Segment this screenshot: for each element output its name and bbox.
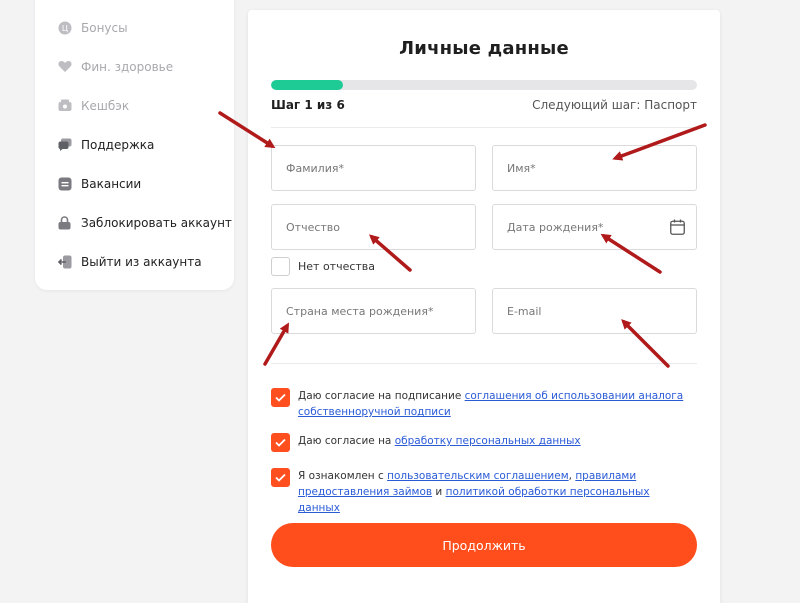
sidebar-item-fin-health[interactable]: Фин. здоровье bbox=[57, 59, 173, 74]
first-name-input[interactable] bbox=[493, 146, 696, 190]
no-patronymic-option[interactable]: Нет отчества bbox=[271, 257, 375, 276]
sidebar-item-label: Заблокировать аккаунт bbox=[81, 215, 232, 230]
sidebar-item-logout[interactable]: Выйти из аккаунта bbox=[57, 254, 202, 269]
email-input[interactable] bbox=[493, 289, 696, 333]
last-name-field[interactable] bbox=[271, 145, 476, 191]
birth-date-field[interactable] bbox=[492, 204, 697, 250]
personal-data-link[interactable]: обработку персональных данных bbox=[395, 435, 581, 447]
no-patronymic-checkbox[interactable] bbox=[271, 257, 290, 276]
consent-terms-checkbox[interactable] bbox=[271, 468, 290, 487]
logout-icon bbox=[57, 254, 72, 269]
consent-text: Даю согласие на bbox=[298, 435, 395, 447]
consent-signature-text: Даю согласие на подписание соглашения об… bbox=[298, 388, 691, 420]
progress-bar bbox=[271, 80, 697, 90]
consent-terms: Я ознакомлен с пользовательским соглашен… bbox=[271, 468, 691, 516]
check-icon bbox=[275, 438, 286, 447]
sidebar-item-label: Выйти из аккаунта bbox=[81, 254, 202, 269]
user-agreement-link[interactable]: пользовательским соглашением bbox=[387, 470, 569, 482]
check-icon bbox=[275, 473, 286, 482]
cashback-icon bbox=[57, 98, 72, 113]
separator: и bbox=[432, 486, 446, 498]
patronymic-input[interactable] bbox=[272, 205, 475, 249]
next-step-label: Следующий шаг: Паспорт bbox=[532, 98, 697, 112]
consent-text: Даю согласие на подписание bbox=[298, 390, 465, 402]
sidebar-item-label: Кешбэк bbox=[81, 98, 130, 113]
sidebar: Ц Бонусы Фин. здоровье Кешбэк Поддержка … bbox=[35, 0, 234, 290]
email-field[interactable] bbox=[492, 288, 697, 334]
bonus-icon: Ц bbox=[57, 20, 72, 35]
consent-signature-checkbox[interactable] bbox=[271, 388, 290, 407]
consent-personal-data-text: Даю согласие на обработку персональных д… bbox=[298, 433, 581, 449]
sidebar-item-block-account[interactable]: Заблокировать аккаунт bbox=[57, 215, 232, 230]
briefcase-icon bbox=[57, 176, 72, 191]
continue-button[interactable]: Продолжить bbox=[271, 523, 697, 567]
page-title: Личные данные bbox=[399, 38, 569, 59]
last-name-input[interactable] bbox=[272, 146, 475, 190]
consent-text: Я ознакомлен с bbox=[298, 470, 388, 482]
heart-icon bbox=[57, 59, 72, 74]
sidebar-item-cashback[interactable]: Кешбэк bbox=[57, 98, 129, 113]
first-name-field[interactable] bbox=[492, 145, 697, 191]
consent-personal-data-checkbox[interactable] bbox=[271, 433, 290, 452]
sidebar-item-support[interactable]: Поддержка bbox=[57, 137, 154, 152]
birth-country-field[interactable] bbox=[271, 288, 476, 334]
birth-date-input[interactable] bbox=[493, 205, 696, 249]
sidebar-item-label: Фин. здоровье bbox=[81, 59, 174, 74]
sidebar-item-bonuses[interactable]: Ц Бонусы bbox=[57, 20, 128, 35]
sidebar-item-label: Бонусы bbox=[81, 20, 128, 35]
sidebar-item-label: Вакансии bbox=[81, 176, 142, 191]
step-counter: Шаг 1 из 6 bbox=[271, 98, 345, 112]
patronymic-field[interactable] bbox=[271, 204, 476, 250]
personal-data-card: Личные данные Шаг 1 из 6 Следующий шаг: … bbox=[248, 10, 720, 603]
progress-fill bbox=[271, 80, 344, 90]
calendar-icon[interactable] bbox=[670, 219, 685, 239]
divider bbox=[271, 363, 697, 364]
divider bbox=[271, 127, 697, 128]
consent-personal-data: Даю согласие на обработку персональных д… bbox=[271, 433, 691, 452]
birth-country-input[interactable] bbox=[272, 289, 475, 333]
no-patronymic-label: Нет отчества bbox=[298, 260, 376, 273]
svg-text:Ц: Ц bbox=[61, 24, 67, 33]
sidebar-item-label: Поддержка bbox=[81, 137, 155, 152]
lock-icon bbox=[57, 215, 72, 230]
consent-terms-text: Я ознакомлен с пользовательским соглашен… bbox=[298, 468, 691, 516]
consent-signature: Даю согласие на подписание соглашения об… bbox=[271, 388, 691, 420]
chat-icon bbox=[57, 137, 72, 152]
sidebar-item-vacancies[interactable]: Вакансии bbox=[57, 176, 141, 191]
check-icon bbox=[275, 393, 286, 402]
